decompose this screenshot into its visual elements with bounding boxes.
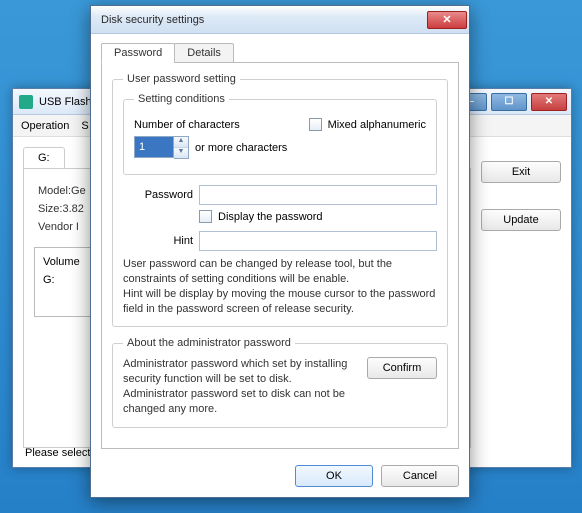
menu-more[interactable]: S	[81, 120, 88, 132]
bg-close-button[interactable]: ✕	[531, 93, 567, 111]
dialog-titlebar: Disk security settings ✕	[91, 6, 469, 34]
volume-label: Volume	[43, 256, 80, 268]
ok-button[interactable]: OK	[295, 465, 373, 487]
dialog-title: Disk security settings	[101, 14, 204, 26]
mixed-alphanumeric-checkbox[interactable]	[309, 118, 322, 131]
dialog-button-row: OK Cancel	[91, 457, 469, 497]
setting-conditions-group: Setting conditions Number of characters …	[123, 93, 437, 175]
password-label: Password	[123, 189, 193, 201]
display-password-label: Display the password	[218, 211, 323, 223]
hint-input[interactable]	[199, 231, 437, 251]
num-chars-input[interactable]	[134, 136, 174, 158]
admin-password-note: Administrator password which set by inst…	[123, 357, 359, 416]
password-input[interactable]	[199, 185, 437, 205]
close-button[interactable]: ✕	[427, 11, 467, 29]
num-chars-spin-down[interactable]: ▼	[174, 148, 188, 159]
update-button[interactable]: Update	[481, 209, 561, 231]
tab-panel-password: User password setting Setting conditions…	[101, 62, 459, 449]
or-more-label: or more characters	[195, 142, 287, 154]
tab-details[interactable]: Details	[174, 43, 234, 63]
maximize-button[interactable]: ☐	[491, 93, 527, 111]
setting-conditions-legend: Setting conditions	[134, 93, 229, 105]
app-icon	[19, 95, 33, 109]
display-password-checkbox[interactable]	[199, 210, 212, 223]
user-password-note: User password can be changed by release …	[123, 257, 437, 316]
mixed-alphanumeric-label: Mixed alphanumeric	[328, 119, 426, 131]
cancel-button[interactable]: Cancel	[381, 465, 459, 487]
exit-button[interactable]: Exit	[481, 161, 561, 183]
menu-operation[interactable]: Operation	[21, 120, 69, 132]
user-password-group: User password setting Setting conditions…	[112, 73, 448, 327]
tab-drive-g[interactable]: G:	[23, 147, 65, 168]
tab-password[interactable]: Password	[101, 43, 175, 63]
admin-password-group: About the administrator password Adminis…	[112, 337, 448, 427]
num-chars-spin-up[interactable]: ▲	[174, 137, 188, 148]
status-text: Please select a	[25, 447, 100, 459]
num-chars-label: Number of characters	[134, 119, 240, 131]
hint-label: Hint	[123, 235, 193, 247]
admin-password-legend: About the administrator password	[123, 337, 295, 349]
disk-security-dialog: Disk security settings ✕ Password Detail…	[90, 5, 470, 498]
confirm-button[interactable]: Confirm	[367, 357, 437, 379]
user-password-legend: User password setting	[123, 73, 240, 85]
